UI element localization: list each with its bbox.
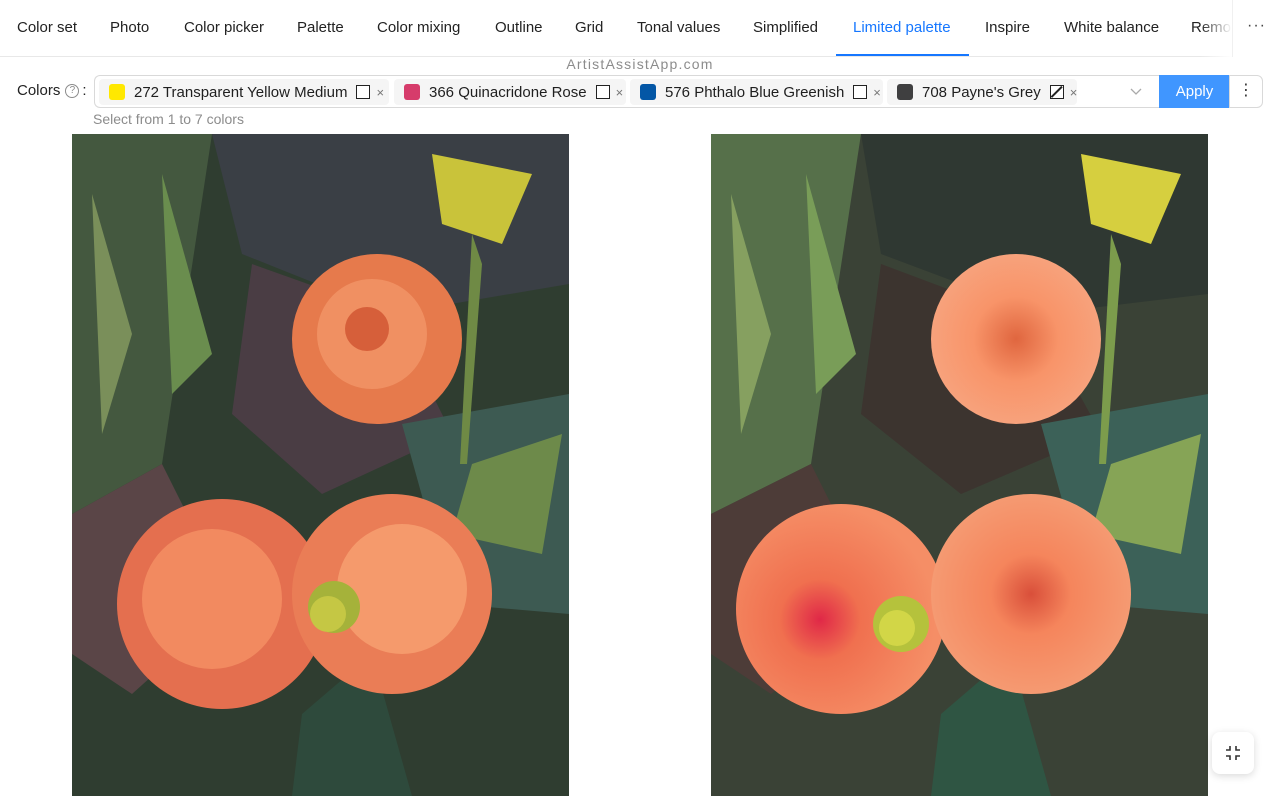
tab-bar: Color set Photo Color picker Palette Col…	[0, 0, 1280, 57]
colors-label-colon: :	[82, 82, 87, 99]
close-icon[interactable]: ×	[873, 85, 881, 100]
color-tag: 576 Phthalo Blue Greenish ×	[630, 79, 883, 105]
original-photo-image	[711, 134, 1208, 796]
color-tag-label: 366 Quinacridone Rose	[429, 83, 587, 101]
tab-color-picker[interactable]: Color picker	[184, 0, 264, 57]
colors-label-text: Colors	[17, 82, 61, 99]
tab-simplified[interactable]: Simplified	[753, 0, 818, 57]
color-tag-label: 708 Payne's Grey	[922, 83, 1041, 101]
color-tag-checkbox[interactable]	[853, 85, 868, 99]
color-swatch	[640, 84, 656, 100]
tab-palette[interactable]: Palette	[297, 0, 344, 57]
color-tag: 708 Payne's Grey ×	[887, 79, 1077, 105]
dahlia-photo-image	[711, 134, 1208, 796]
apply-button[interactable]: Apply	[1159, 75, 1230, 108]
colors-label: Colors ? :	[17, 82, 87, 99]
tab-color-set[interactable]: Color set	[17, 0, 77, 57]
tab-photo[interactable]: Photo	[110, 0, 149, 57]
tab-tonal-values[interactable]: Tonal values	[637, 0, 720, 57]
chevron-down-icon[interactable]	[1129, 84, 1143, 98]
color-swatch	[109, 84, 125, 100]
colors-hint: Select from 1 to 7 colors	[93, 111, 244, 127]
color-tag-checkbox[interactable]	[356, 85, 371, 99]
more-options-button[interactable]: ⋮	[1229, 75, 1263, 108]
color-swatch	[897, 84, 913, 100]
tab-grid[interactable]: Grid	[575, 0, 603, 57]
dahlia-painting-image	[72, 134, 569, 796]
tab-list: Color set Photo Color picker Palette Col…	[0, 0, 1232, 57]
color-tag-checkbox[interactable]	[595, 85, 610, 99]
close-icon[interactable]: ×	[376, 85, 384, 100]
watermark: ArtistAssistApp.com	[566, 56, 714, 72]
tab-limited-palette[interactable]: Limited palette	[853, 0, 951, 57]
color-tag-checkbox[interactable]	[1049, 85, 1064, 99]
close-icon[interactable]: ×	[616, 85, 624, 100]
tab-inspire[interactable]: Inspire	[985, 0, 1030, 57]
tab-overflow-fade	[1200, 0, 1232, 57]
color-swatch	[404, 84, 420, 100]
collapse-button[interactable]	[1212, 732, 1254, 774]
collapse-icon	[1226, 746, 1240, 760]
color-tag: 366 Quinacridone Rose ×	[394, 79, 626, 105]
more-tabs-button[interactable]: ···	[1232, 0, 1280, 57]
tab-white-balance[interactable]: White balance	[1064, 0, 1159, 57]
limited-palette-image	[72, 134, 569, 796]
tab-outline[interactable]: Outline	[495, 0, 543, 57]
colors-select[interactable]: 272 Transparent Yellow Medium × 366 Quin…	[94, 75, 1160, 108]
color-tag-label: 272 Transparent Yellow Medium	[134, 83, 348, 101]
color-tag-label: 576 Phthalo Blue Greenish	[665, 83, 845, 101]
tab-color-mixing[interactable]: Color mixing	[377, 0, 460, 57]
question-circle-icon[interactable]: ?	[65, 83, 80, 98]
close-icon[interactable]: ×	[1070, 85, 1078, 100]
color-tag: 272 Transparent Yellow Medium ×	[99, 79, 389, 105]
